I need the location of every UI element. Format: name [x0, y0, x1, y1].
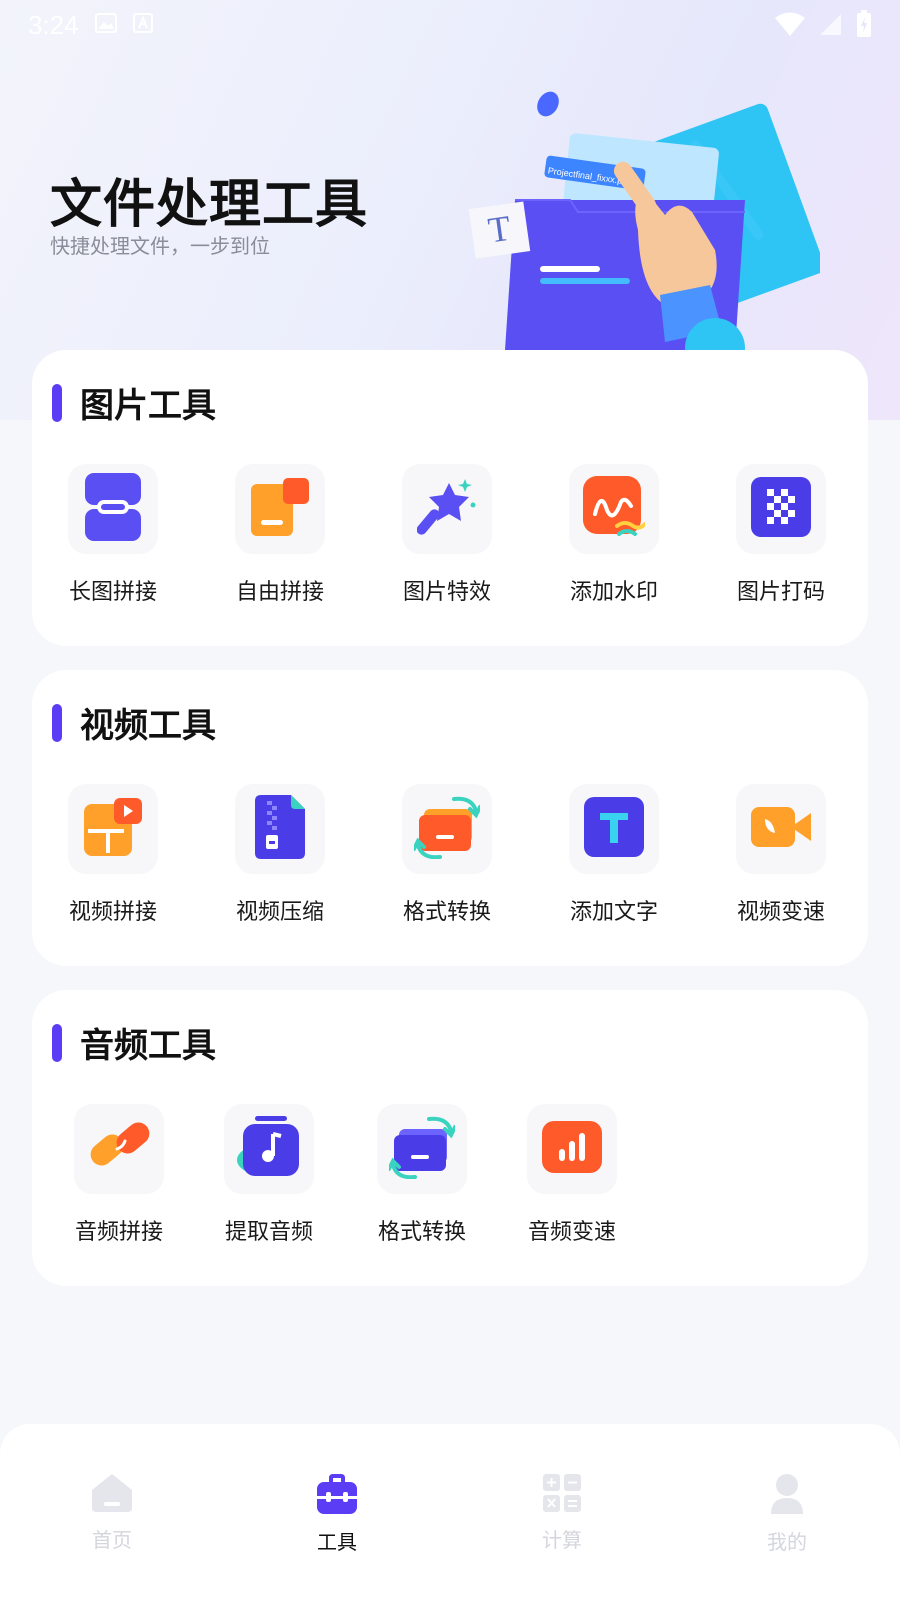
calculator-icon — [543, 1474, 581, 1516]
tool-video-speed[interactable]: 视频变速 — [711, 784, 851, 926]
tool-image-mosaic[interactable]: 图片打码 — [711, 464, 851, 606]
tool-long-image-stitch[interactable]: 长图拼接 — [43, 464, 183, 606]
signal-icon — [820, 12, 842, 40]
section-accent-bar — [52, 1023, 62, 1062]
audio-stitch-icon — [83, 1117, 155, 1181]
page-title: 文件处理工具 — [50, 175, 369, 235]
tool-label: 音频拼接 — [74, 1220, 163, 1245]
video-speed-icon — [751, 807, 811, 851]
home-icon — [92, 1474, 132, 1516]
status-time: 3:24 — [28, 9, 79, 40]
magic-wand-icon — [416, 477, 477, 541]
profile-icon — [771, 1474, 803, 1518]
tool-label: 提取音频 — [224, 1220, 313, 1245]
tool-label: 图片打码 — [736, 580, 825, 605]
mosaic-icon — [751, 477, 811, 541]
image-tools-card: 图片工具 长图拼接 自由拼接 图片特效 添加水印 图片打码 — [32, 350, 868, 646]
tab-tools[interactable]: 工具 — [277, 1474, 397, 1555]
audio-tools-card: 音频工具 音频拼接 提取音频 格式转换 音频变速 — [32, 990, 868, 1286]
tab-label: 计算 — [542, 1528, 582, 1552]
tool-label: 添加文字 — [569, 900, 658, 925]
tool-label: 图片特效 — [402, 580, 491, 605]
tool-add-text[interactable]: 添加文字 — [544, 784, 684, 926]
tool-video-convert[interactable]: 格式转换 — [377, 784, 517, 926]
tool-extract-audio[interactable]: 提取音频 — [199, 1104, 339, 1246]
tool-label: 格式转换 — [402, 900, 491, 925]
tool-label: 添加水印 — [569, 580, 658, 605]
tab-mine[interactable]: 我的 — [727, 1474, 847, 1555]
status-bar: 3:24 — [0, 0, 900, 50]
text-notification-icon — [132, 13, 153, 37]
tool-label: 长图拼接 — [68, 580, 157, 605]
tool-video-stitch[interactable]: 视频拼接 — [43, 784, 183, 926]
section-accent-bar — [52, 383, 62, 422]
extract-audio-icon — [237, 1114, 301, 1184]
tool-label: 自由拼接 — [235, 580, 324, 605]
tab-calculate[interactable]: 计算 — [502, 1474, 622, 1553]
tool-label: 音频变速 — [527, 1220, 616, 1245]
video-stitch-icon — [84, 798, 142, 860]
toolbox-icon — [317, 1474, 357, 1518]
video-tools-card: 视频工具 视频拼接 视频压缩 格式转换 添加文字 视频变速 — [32, 670, 868, 966]
tool-audio-stitch[interactable]: 音频拼接 — [49, 1104, 189, 1246]
tool-add-watermark[interactable]: 添加水印 — [544, 464, 684, 606]
gallery-notification-icon — [94, 13, 117, 37]
tab-label: 我的 — [767, 1530, 807, 1554]
add-text-icon — [584, 797, 644, 861]
page-subtitle: 快捷处理文件，一步到位 — [50, 234, 270, 258]
section-title-audio-tools: 音频工具 — [80, 1026, 216, 1066]
long-image-stitch-icon — [85, 473, 141, 545]
tool-video-compress[interactable]: 视频压缩 — [210, 784, 350, 926]
tab-label: 首页 — [92, 1528, 132, 1552]
audio-convert-icon — [387, 1115, 457, 1183]
section-accent-bar — [52, 703, 62, 742]
tool-free-collage[interactable]: 自由拼接 — [210, 464, 350, 606]
section-title-image-tools: 图片工具 — [80, 386, 216, 426]
battery-icon — [856, 10, 872, 42]
tool-label: 视频压缩 — [235, 900, 324, 925]
audio-speed-icon — [542, 1121, 602, 1177]
bottom-tab-bar: 首页 工具 计算 我的 — [0, 1424, 900, 1600]
tab-home[interactable]: 首页 — [52, 1474, 172, 1553]
tool-label: 视频变速 — [736, 900, 825, 925]
tool-audio-convert[interactable]: 格式转换 — [352, 1104, 492, 1246]
watermark-icon — [583, 476, 647, 542]
tab-label: 工具 — [317, 1530, 357, 1554]
video-compress-icon — [255, 795, 305, 863]
wifi-icon — [774, 11, 806, 41]
tool-label: 视频拼接 — [68, 900, 157, 925]
hero-illustration: Projectfinal_fixxx.psd T — [460, 80, 825, 378]
free-collage-icon — [251, 478, 309, 540]
video-convert-icon — [412, 795, 482, 863]
tool-audio-speed[interactable]: 音频变速 — [502, 1104, 642, 1246]
section-title-video-tools: 视频工具 — [80, 706, 216, 746]
tool-image-effects[interactable]: 图片特效 — [377, 464, 517, 606]
tool-label: 格式转换 — [377, 1220, 466, 1245]
